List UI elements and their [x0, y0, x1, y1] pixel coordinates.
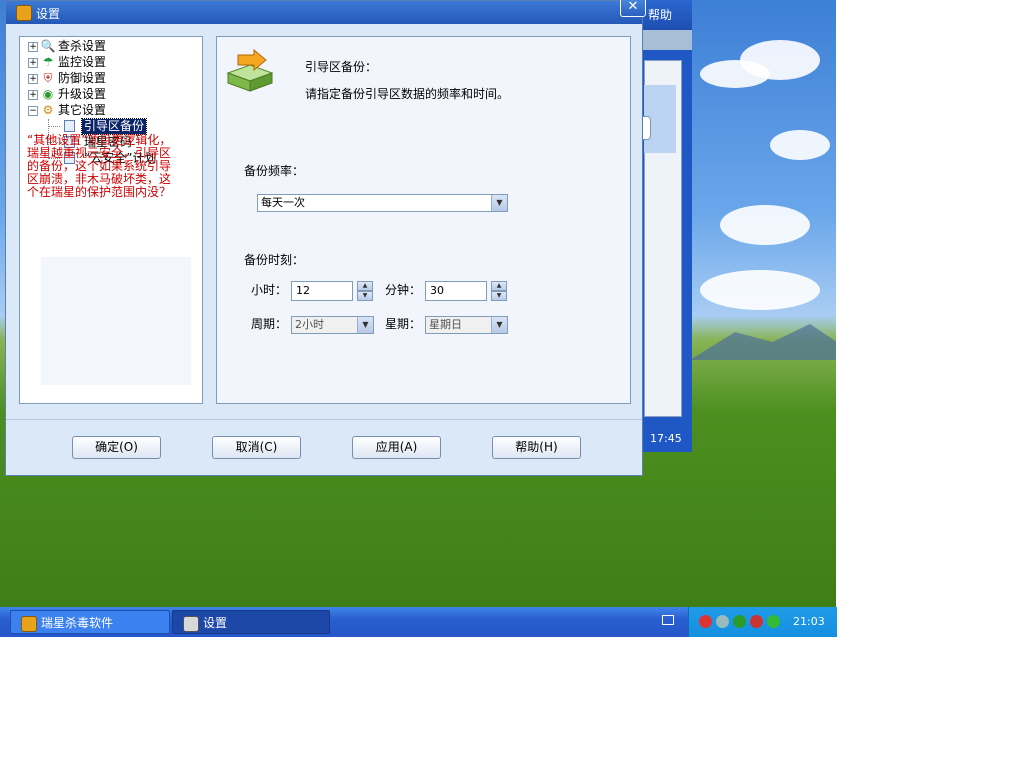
- frequency-label: 备份频率：: [244, 164, 305, 178]
- spin-down-icon[interactable]: ▼: [491, 291, 507, 301]
- spin-up-icon[interactable]: ▲: [357, 281, 373, 291]
- other-gear-icon: ⚙: [42, 103, 54, 117]
- dialog-titlebar[interactable]: 设置: [6, 1, 642, 24]
- document-icon: [64, 120, 75, 132]
- weekday-value: 星期日: [429, 318, 462, 331]
- shield-icon[interactable]: [750, 615, 763, 628]
- hour-input[interactable]: 12: [291, 281, 353, 301]
- period-label: 周期：: [251, 317, 288, 331]
- frequency-select[interactable]: 每天一次 ▼: [257, 194, 508, 212]
- network-icon[interactable]: [699, 615, 712, 628]
- cloud: [720, 205, 810, 245]
- dropdown-arrow-icon[interactable]: ▼: [491, 195, 507, 211]
- close-button[interactable]: ✕: [620, 0, 646, 17]
- close-icon: ✕: [627, 0, 639, 14]
- cancel-button[interactable]: 取消(C): [212, 436, 301, 459]
- weekday-select[interactable]: 星期日 ▼: [425, 316, 508, 334]
- scan-settings-icon: 🔍: [40, 39, 56, 53]
- minute-stepper[interactable]: ▲ ▼: [491, 281, 507, 301]
- monitor-umbrella-icon: ☂: [42, 55, 54, 69]
- button-separator: [6, 419, 642, 420]
- minute-label: 分钟：: [385, 283, 422, 297]
- umbrella-monitor-icon[interactable]: [733, 615, 746, 628]
- system-tray: 21:03: [688, 607, 837, 637]
- cloud: [770, 130, 830, 160]
- collapse-icon[interactable]: −: [28, 106, 38, 116]
- taskbar-item-settings[interactable]: 设置: [172, 610, 330, 634]
- tree-item-label: 升级设置: [58, 87, 107, 101]
- hour-stepper[interactable]: ▲ ▼: [357, 281, 373, 301]
- panel-description: 请指定备份引导区数据的频率和时间。: [305, 87, 510, 101]
- expand-icon[interactable]: +: [28, 42, 38, 52]
- keyboard-icon[interactable]: [662, 615, 674, 625]
- dropdown-arrow-icon[interactable]: ▼: [357, 317, 373, 333]
- help-button[interactable]: 帮助(H): [492, 436, 581, 459]
- hour-label: 小时：: [251, 283, 288, 297]
- upgrade-globe-icon: ◉: [42, 87, 54, 101]
- tree-empty-area: [41, 257, 191, 385]
- cloud: [740, 40, 820, 80]
- boot-backup-panel: 引导区备份： 请指定备份引导区数据的频率和时间。 备份频率： 每天一次 ▼ 备份…: [216, 36, 631, 404]
- backup-drive-icon: [226, 49, 274, 92]
- cloud: [700, 270, 820, 310]
- tree-connector: [48, 126, 60, 127]
- taskbar-item-rising[interactable]: 瑞星杀毒软件: [10, 610, 170, 634]
- dropdown-arrow-icon[interactable]: ▼: [491, 317, 507, 333]
- spin-down-icon[interactable]: ▼: [357, 291, 373, 301]
- settings-tree: + 🔍 查杀设置 + ☂ 监控设置 + ⛨ 防御设置 + ◉ 升级设置 − ⚙ …: [19, 36, 203, 404]
- help-menu[interactable]: 帮助: [648, 6, 672, 23]
- backup-time-label: 备份时刻：: [244, 253, 305, 267]
- tree-item-label: 防御设置: [58, 71, 107, 85]
- defense-shield-icon: ⛨: [43, 71, 53, 85]
- expand-icon[interactable]: +: [28, 90, 38, 100]
- tree-item-label: 监控设置: [58, 55, 107, 69]
- dialog-title: 设置: [36, 7, 61, 21]
- background-window-toolbar: [640, 30, 692, 50]
- settings-dialog: 设置 ✕ + 🔍 查杀设置 + ☂ 监控设置 + ⛨ 防御设置 + ◉ 升级设置…: [5, 0, 646, 476]
- spin-up-icon[interactable]: ▲: [491, 281, 507, 291]
- expand-icon[interactable]: +: [28, 74, 38, 84]
- taskbar-item-label: 设置: [203, 616, 228, 630]
- taskbar-item-label: 瑞星杀毒软件: [41, 616, 114, 630]
- apply-button[interactable]: 应用(A): [352, 436, 441, 459]
- background-app-window[interactable]: 帮助 17:45: [640, 0, 692, 452]
- mountain: [690, 324, 836, 360]
- period-select[interactable]: 2小时 ▼: [291, 316, 374, 334]
- rising-app-icon: [16, 5, 32, 21]
- weekday-label: 星期：: [385, 317, 422, 331]
- tree-item-label: 其它设置: [58, 103, 107, 117]
- clock: 21:03: [793, 615, 825, 628]
- panel-heading: 引导区备份：: [305, 60, 378, 74]
- minute-input[interactable]: 30: [425, 281, 487, 301]
- period-value: 2小时: [295, 318, 324, 331]
- ok-button[interactable]: 确定(O): [72, 436, 161, 459]
- background-window-time: 17:45: [650, 432, 682, 445]
- settings-app-icon: [183, 616, 199, 632]
- rising-app-icon: [21, 616, 37, 632]
- expand-icon[interactable]: +: [28, 58, 38, 68]
- security-icon[interactable]: [767, 615, 780, 628]
- tree-item-label: 查杀设置: [58, 39, 107, 53]
- frequency-value: 每天一次: [261, 196, 305, 209]
- annotation-note: “其他设置”项目更逻辑化，瑞星越重视云安全，引导区的备份，这个如果系统引导区崩溃…: [27, 133, 172, 199]
- tree-item-label: 引导区备份: [80, 118, 148, 135]
- sound-icon[interactable]: [716, 615, 729, 628]
